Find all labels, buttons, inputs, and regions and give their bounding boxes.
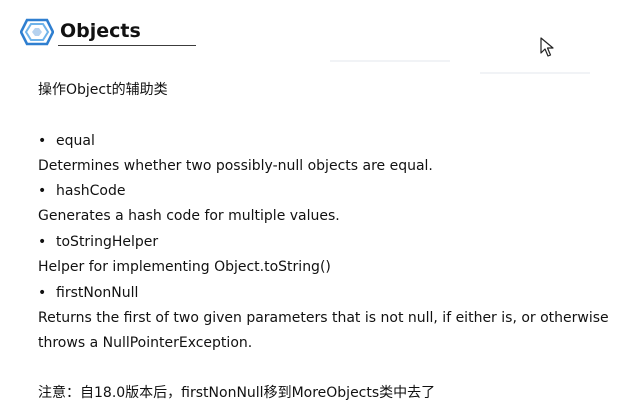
bullet-item-hashcode: • hashCode bbox=[38, 181, 125, 201]
method-description: Determines whether two possibly-null obj… bbox=[38, 158, 433, 174]
bullet-item-equal: • equal bbox=[38, 131, 95, 151]
faint-mark bbox=[480, 72, 590, 74]
bullet-glyph: • bbox=[38, 183, 47, 199]
method-description-continued: throws a NullPointerException. bbox=[38, 335, 253, 351]
version-note: 注意：自18.0版本后，firstNonNull移到MoreObjects类中去… bbox=[38, 385, 436, 401]
bullet-glyph: • bbox=[38, 234, 47, 250]
method-description: Returns the first of two given parameter… bbox=[38, 310, 609, 326]
method-name: hashCode bbox=[56, 183, 126, 199]
method-description: Helper for implementing Object.toString(… bbox=[38, 259, 331, 275]
method-name: firstNonNull bbox=[56, 285, 139, 301]
bullet-item-tostringhelper: • toStringHelper bbox=[38, 232, 158, 252]
faint-mark bbox=[330, 60, 450, 62]
title-underline bbox=[58, 45, 196, 46]
slide-title: Objects bbox=[60, 20, 141, 42]
mouse-pointer-icon bbox=[540, 37, 554, 57]
bullet-glyph: • bbox=[38, 133, 47, 149]
bullet-glyph: • bbox=[38, 285, 47, 301]
bullet-item-firstnonnull: • firstNonNull bbox=[38, 283, 138, 303]
hexagon-logo-icon bbox=[20, 18, 54, 46]
slide-subtitle: 操作Object的辅助类 bbox=[38, 82, 168, 98]
method-description: Generates a hash code for multiple value… bbox=[38, 208, 340, 224]
slide: Objects 操作Object的辅助类 • equal Determines w… bbox=[0, 0, 620, 413]
method-name: equal bbox=[56, 133, 95, 149]
method-name: toStringHelper bbox=[56, 234, 159, 250]
